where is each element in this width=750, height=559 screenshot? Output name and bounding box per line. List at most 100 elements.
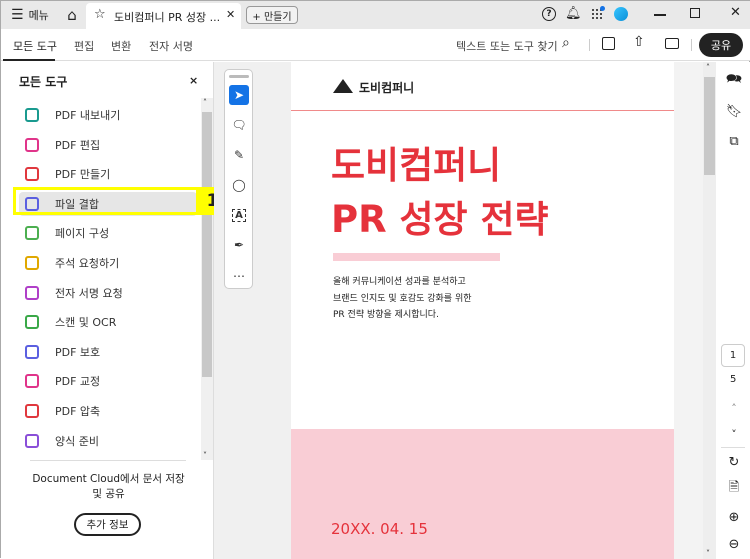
tool-label: 스캔 및 OCR [55, 316, 117, 330]
tool-item[interactable]: 전자 서명 요청 [19, 281, 197, 305]
draw-lasso-icon[interactable]: ◯ [229, 175, 249, 195]
page-display-icon[interactable]: 🗎 [724, 480, 744, 498]
tool-label: PDF 압축 [55, 405, 101, 418]
create-button[interactable]: + 만들기 [246, 6, 298, 24]
highlight-box [13, 187, 199, 215]
scroll-down-icon[interactable]: ˅ [706, 549, 710, 558]
tab-title: 도비컴퍼니 PR 성장 ... [114, 11, 221, 24]
all-tools-panel: 모든 도구 × PDF 내보내기 PDF 편집 PDF 만들기 파일 결합 페이지 구성… [1, 62, 214, 559]
tool-item[interactable]: 스캔 및 OCR [19, 310, 197, 334]
scroll-down-icon[interactable]: ˅ [203, 451, 207, 460]
zoom-out-icon[interactable]: ⊖ [724, 535, 744, 553]
tab-esign[interactable]: 전자 서명 [149, 38, 193, 54]
document-scrollbar[interactable]: ˄ ˅ [703, 62, 716, 559]
header-rule [291, 110, 674, 111]
scrollbar-thumb[interactable] [704, 77, 715, 175]
text-box-icon[interactable]: A [229, 205, 249, 225]
star-icon[interactable]: ☆ [94, 7, 106, 22]
menu-button[interactable]: ☰ 메뉴 [11, 7, 49, 23]
divider [30, 460, 186, 461]
search-tools[interactable]: 텍스트 또는 도구 찾기 [456, 38, 558, 54]
close-window-button[interactable]: ✕ [730, 5, 741, 20]
highlight-pen-icon[interactable]: ✎ [229, 145, 249, 165]
doc-title-line1: 도비컴퍼니 [331, 144, 502, 187]
select-cursor-icon[interactable]: ➤ [229, 85, 249, 105]
drag-handle[interactable] [229, 75, 249, 78]
tool-item[interactable]: PDF 보호 [19, 340, 197, 364]
save-icon[interactable] [602, 37, 615, 50]
bell-icon[interactable]: 🔔︎ [565, 6, 582, 21]
tool-icon [25, 108, 39, 122]
tool-icon [25, 374, 39, 389]
document-page: 도비컴퍼니 도비컴퍼니 PR 성장 전략 올해 커뮤니케이션 성과를 분석하고 … [291, 62, 674, 559]
share-button[interactable]: 공유 [699, 33, 743, 57]
tool-label: PDF 교정 [55, 375, 101, 389]
previous-page-icon[interactable]: ˄ [724, 399, 744, 417]
apps-grid-icon[interactable] [591, 6, 605, 20]
tool-label: PDF 내보내기 [55, 109, 121, 122]
divider [691, 39, 692, 51]
tool-icon [25, 226, 39, 241]
hamburger-icon: ☰ [11, 7, 24, 23]
tab-convert[interactable]: 변환 [111, 38, 131, 54]
next-page-icon[interactable]: ˅ [724, 425, 744, 443]
summary-line: 브랜드 인지도 및 호감도 강화를 위한 [333, 293, 472, 304]
search-icon[interactable]: ⌕ [562, 35, 570, 51]
bookmarks-icon[interactable]: 🔖︎ [724, 102, 744, 120]
tool-item[interactable]: 페이지 구성 [19, 221, 197, 245]
tab-all-tools[interactable]: 모든 도구 [13, 38, 57, 54]
menu-label: 메뉴 [28, 9, 49, 22]
tool-item[interactable]: PDF 만들기 [19, 162, 197, 186]
document-tab[interactable]: ☆ 도비컴퍼니 PR 성장 ... ✕ [86, 3, 241, 29]
tool-item[interactable]: PDF 교정 [19, 369, 197, 393]
more-info-button[interactable]: 추가 정보 [74, 513, 141, 536]
tool-item[interactable]: PDF 내보내기 [19, 103, 197, 127]
help-icon[interactable]: ? [542, 7, 556, 21]
tool-label: PDF 보호 [55, 345, 101, 359]
tool-item[interactable]: PDF 압축 [19, 399, 197, 423]
divider [721, 447, 745, 448]
tool-icon [25, 404, 39, 418]
tab-edit[interactable]: 편집 [74, 38, 94, 54]
tool-item[interactable]: 주석 요청하기 [19, 251, 197, 275]
add-comment-icon[interactable]: 🗨︎ [229, 115, 249, 135]
close-tab-icon[interactable]: ✕ [226, 8, 235, 21]
scroll-up-icon[interactable]: ˄ [706, 63, 710, 72]
pages-icon[interactable]: ⧉ [724, 132, 744, 150]
divider [589, 39, 590, 51]
summary-line: 올해 커뮤니케이션 성과를 분석하고 [333, 277, 466, 287]
tool-label: PDF 만들기 [55, 168, 111, 182]
active-tab-indicator [3, 59, 55, 61]
sign-pen-icon[interactable]: ✒︎ [229, 235, 249, 255]
page-number-input[interactable]: 1 [721, 344, 745, 367]
tool-icon [25, 433, 39, 448]
upload-cloud-icon[interactable]: ⇧ [633, 34, 645, 50]
tool-icon [25, 315, 39, 330]
panel-scrollbar[interactable]: ˄ ˅ [201, 98, 213, 460]
comments-icon[interactable]: 🗪︎ [724, 72, 744, 90]
avatar[interactable] [614, 7, 628, 21]
tool-label: PDF 편집 [55, 138, 101, 152]
tool-item[interactable]: 양식 준비 [19, 429, 197, 453]
minimize-button[interactable] [654, 14, 666, 16]
quick-tools-toolbar: ➤ 🗨︎ ✎ ◯ A ✒︎ … [224, 69, 253, 289]
tool-item[interactable]: PDF 편집 [19, 133, 197, 157]
accent-bar [333, 253, 500, 261]
close-panel-icon[interactable]: × [189, 74, 198, 87]
print-icon[interactable] [665, 38, 679, 49]
tool-label: 전자 서명 요청 [55, 286, 123, 300]
right-rail: 🗪︎ 🔖︎ ⧉ 1 5 ˄ ˅ ↻ 🗎 ⊕ ⊖ [716, 62, 750, 559]
doc-title-line2: PR 성장 전략 [331, 198, 549, 241]
home-icon[interactable]: ⌂ [63, 6, 81, 24]
canvas-margin [674, 62, 703, 559]
tool-icon [25, 344, 39, 359]
scroll-up-icon[interactable]: ˄ [203, 98, 207, 107]
maximize-button[interactable] [690, 8, 700, 18]
tool-label: 주석 요청하기 [55, 257, 120, 270]
tool-label: 양식 준비 [55, 434, 99, 448]
zoom-in-icon[interactable]: ⊕ [724, 508, 744, 526]
rotate-icon[interactable]: ↻ [724, 453, 744, 471]
more-tools-icon[interactable]: … [229, 263, 249, 283]
scrollbar-thumb[interactable] [202, 112, 212, 377]
panel-title: 모든 도구 [19, 75, 68, 89]
